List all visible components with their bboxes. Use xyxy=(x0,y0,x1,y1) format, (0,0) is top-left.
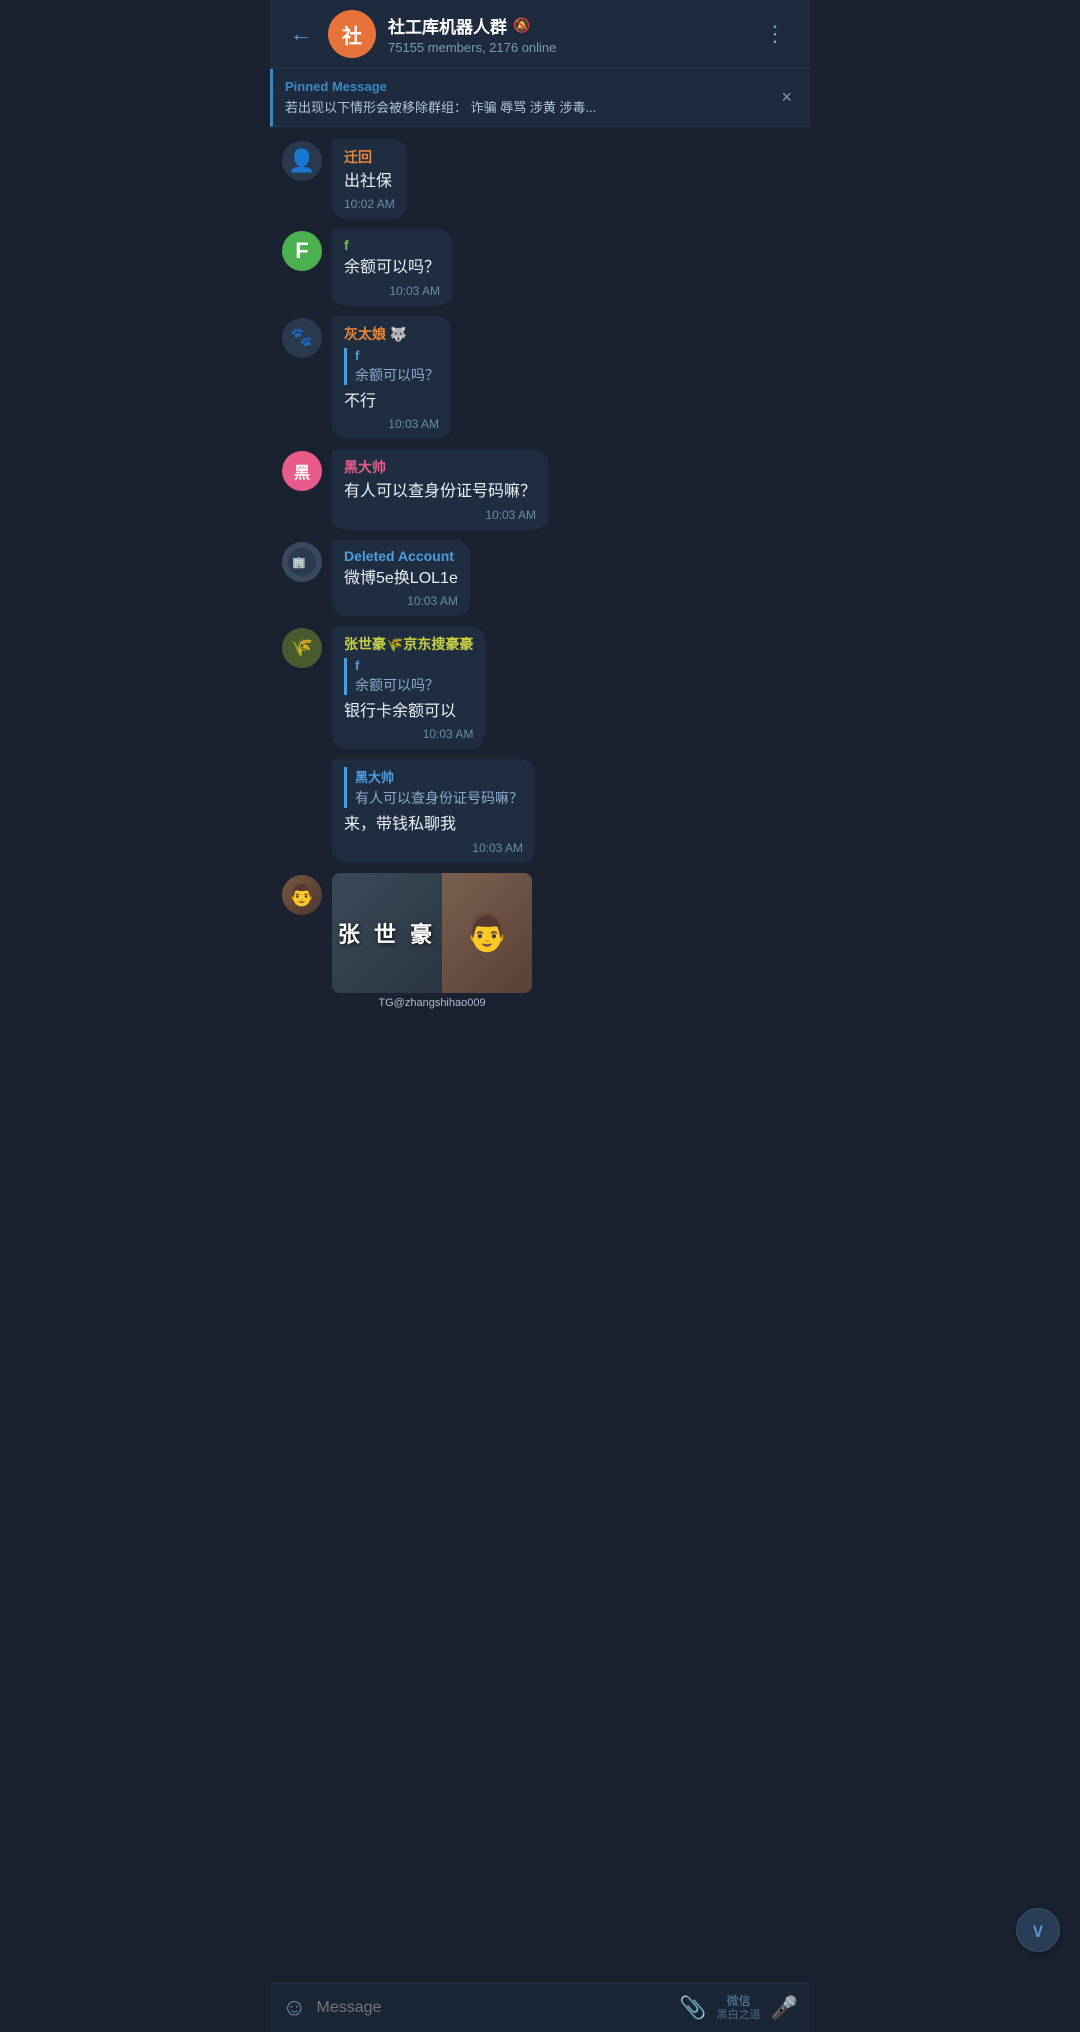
avatar: 🐾 xyxy=(282,318,322,358)
attach-button[interactable]: 📎 xyxy=(679,1995,706,2021)
mic-button[interactable]: 🎤 xyxy=(771,1995,798,2021)
message-text: 不行 xyxy=(344,391,439,413)
message-time: 10:03 AM xyxy=(344,841,523,855)
message-row: 👤 迁回 出社保 10:02 AM xyxy=(282,139,798,219)
image-username-tag: TG@zhangshihao009 xyxy=(332,993,532,1013)
messages-list: 👤 迁回 出社保 10:02 AM F f 余额可以吗？ 10:03 AM 🐾 … xyxy=(270,127,810,1983)
message-bubble: 张世豪🌾京东搜豪豪 f 余额可以吗？ 银行卡余额可以 10:03 AM xyxy=(332,626,485,749)
message-text: 银行卡余额可以 xyxy=(344,701,473,723)
message-row: 🌾 张世豪🌾京东搜豪豪 f 余额可以吗？ 银行卡余额可以 10:03 AM xyxy=(282,626,798,749)
quote-block: 黑大帅 有人可以查身份证号码嘛？ xyxy=(344,767,523,808)
message-time: 10:03 AM xyxy=(344,417,439,431)
group-title: 社工库机器人群 🔕 xyxy=(388,13,744,38)
message-row: F f 余额可以吗？ 10:03 AM xyxy=(282,229,798,305)
quote-block: f 余额可以吗？ xyxy=(344,348,439,385)
image-overlay-text: 张 世 豪 xyxy=(338,917,436,949)
quote-sender: 黑大帅 xyxy=(355,767,523,786)
message-text: 出社保 xyxy=(344,171,395,193)
message-bubble: Deleted Account 微博5e换LOL1e 10:03 AM xyxy=(332,540,470,616)
sender-name: Deleted Account xyxy=(344,548,458,564)
pinned-close-button[interactable]: × xyxy=(777,83,796,112)
back-button[interactable]: ← xyxy=(286,17,316,51)
sender-name: 张世豪🌾京东搜豪豪 xyxy=(344,634,473,654)
message-text: 余额可以吗？ xyxy=(344,257,440,279)
quote-sender: f xyxy=(355,348,439,363)
message-bubble: 迁回 出社保 10:02 AM xyxy=(332,139,407,219)
svg-text:🏢: 🏢 xyxy=(292,557,306,569)
mute-icon: 🔕 xyxy=(513,17,530,34)
message-row: 黑 黑大帅 有人可以查身份证号码嘛？ 10:03 AM xyxy=(282,449,798,529)
pinned-content: Pinned Message 若出现以下情形会被移除群组： 诈骗 辱骂 涉黄 涉… xyxy=(285,79,596,116)
member-count: 75155 members, 2176 online xyxy=(388,40,744,55)
message-time: 10:03 AM xyxy=(344,284,440,298)
quote-sender: f xyxy=(355,658,473,673)
pinned-label: Pinned Message xyxy=(285,79,596,94)
message-bubble: 黑大帅 有人可以查身份证号码嘛？ 来，带钱私聊我 10:03 AM xyxy=(332,759,535,862)
quote-text: 余额可以吗？ xyxy=(355,675,473,695)
message-row: 🏢 Deleted Account 微博5e换LOL1e 10:03 AM xyxy=(282,540,798,616)
message-row: 👨 张 世 豪 👨 TG@zhangshihao009 xyxy=(282,873,798,1013)
quote-text: 余额可以吗？ xyxy=(355,365,439,385)
message-text: 来，带钱私聊我 xyxy=(344,814,523,836)
message-row: 🐾 灰太娘 🐺 f 余额可以吗？ 不行 10:03 AM xyxy=(282,316,798,439)
image-message: 张 世 豪 👨 TG@zhangshihao009 xyxy=(332,873,532,1013)
message-time: 10:02 AM xyxy=(344,197,395,211)
avatar: 👨 xyxy=(282,875,322,915)
avatar: 黑 xyxy=(282,451,322,491)
avatar: 👤 xyxy=(282,141,322,181)
sender-name: 黑大帅 xyxy=(344,457,536,477)
quote-text: 有人可以查身份证号码嘛？ xyxy=(355,788,523,808)
sticker-image: 张 世 豪 👨 xyxy=(332,873,532,993)
message-bubble: 灰太娘 🐺 f 余额可以吗？ 不行 10:03 AM xyxy=(332,316,451,439)
watermark: 微信 黑白之道 xyxy=(717,1994,761,2022)
avatar: 🌾 xyxy=(282,628,322,668)
scroll-down-button[interactable]: ∨ xyxy=(1016,1908,1060,1952)
quote-block: f 余额可以吗？ xyxy=(344,658,473,695)
sender-name: f xyxy=(344,237,440,253)
header-info: 社工库机器人群 🔕 75155 members, 2176 online xyxy=(388,13,744,55)
message-time: 10:03 AM xyxy=(344,727,473,741)
avatar: 🏢 xyxy=(282,542,322,582)
group-avatar: 社 xyxy=(328,10,376,58)
emoji-button[interactable]: ☺ xyxy=(282,1994,307,2022)
pinned-text: 若出现以下情形会被移除群组： 诈骗 辱骂 涉黄 涉毒... xyxy=(285,97,596,116)
message-time: 10:03 AM xyxy=(344,594,458,608)
message-time: 10:03 AM xyxy=(344,508,536,522)
message-input[interactable] xyxy=(317,1999,670,2017)
chat-header: ← 社 社工库机器人群 🔕 75155 members, 2176 online… xyxy=(270,0,810,69)
group-name: 社工库机器人群 xyxy=(388,13,507,38)
message-bubble: f 余额可以吗？ 10:03 AM xyxy=(332,229,452,305)
more-options-button[interactable]: ⋮ xyxy=(756,17,794,51)
message-input-bar: ☺ 📎 微信 黑白之道 🎤 xyxy=(270,1983,810,2032)
message-text: 有人可以查身份证号码嘛？ xyxy=(344,481,536,503)
sender-name: 灰太娘 🐺 xyxy=(344,324,439,344)
pinned-message-banner: Pinned Message 若出现以下情形会被移除群组： 诈骗 辱骂 涉黄 涉… xyxy=(270,69,810,127)
sender-name: 迁回 xyxy=(344,147,395,167)
message-text: 微博5e换LOL1e xyxy=(344,568,458,590)
avatar: F xyxy=(282,231,322,271)
message-bubble: 黑大帅 有人可以查身份证号码嘛？ 10:03 AM xyxy=(332,449,548,529)
message-row: 黑大帅 有人可以查身份证号码嘛？ 来，带钱私聊我 10:03 AM xyxy=(282,759,798,862)
